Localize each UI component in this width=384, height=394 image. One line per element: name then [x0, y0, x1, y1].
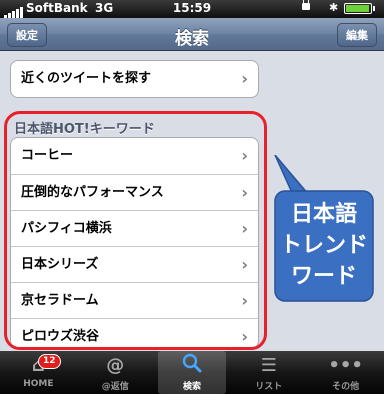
- unread-badge: 12: [38, 354, 61, 369]
- callout-line: ワード: [290, 264, 357, 289]
- at-icon: @: [106, 355, 125, 376]
- callout-line: 日本語: [290, 202, 357, 227]
- battery-icon: [344, 3, 375, 14]
- navigation-bar: 設定 検索 編集: [0, 18, 384, 51]
- nearby-tweets-label: 近くのツイートを探す: [21, 71, 152, 86]
- more-icon: •••: [328, 355, 363, 376]
- page-title: 検索: [175, 29, 209, 49]
- tab-lists[interactable]: ☰ リスト: [234, 351, 303, 394]
- status-time: 15:59: [172, 1, 212, 15]
- tab-bar: ⌂ HOME 12 @ @返信 検索 ☰ リスト ••• その他: [0, 351, 384, 394]
- tab-label: その他: [332, 382, 360, 392]
- tab-label: リスト: [255, 382, 283, 392]
- tab-label: @返信: [101, 382, 129, 392]
- tab-label: HOME: [23, 379, 54, 389]
- annotation-callout: 日本語 トレンド ワード: [274, 155, 374, 302]
- list-icon: ☰: [260, 355, 277, 376]
- search-icon: [158, 353, 227, 379]
- status-bar: SoftBank 3G 15:59 ✱: [0, 0, 384, 18]
- tab-label: 検索: [182, 382, 201, 392]
- nearby-tweets-row[interactable]: 近くのツイートを探す ›: [11, 61, 258, 97]
- highlight-box: [4, 111, 267, 350]
- callout-line: トレンド: [279, 233, 368, 258]
- tab-more[interactable]: ••• その他: [311, 351, 380, 394]
- tab-search[interactable]: 検索: [157, 351, 227, 394]
- tab-home[interactable]: ⌂ HOME 12: [4, 351, 73, 394]
- tab-replies[interactable]: @ @返信: [81, 351, 150, 394]
- edit-button[interactable]: 編集: [337, 23, 377, 47]
- nearby-search-group: 近くのツイートを探す ›: [10, 60, 259, 98]
- chevron-right-icon: ›: [241, 69, 248, 88]
- bluetooth-icon: ✱: [329, 1, 339, 14]
- rotation-lock-icon: [302, 0, 310, 10]
